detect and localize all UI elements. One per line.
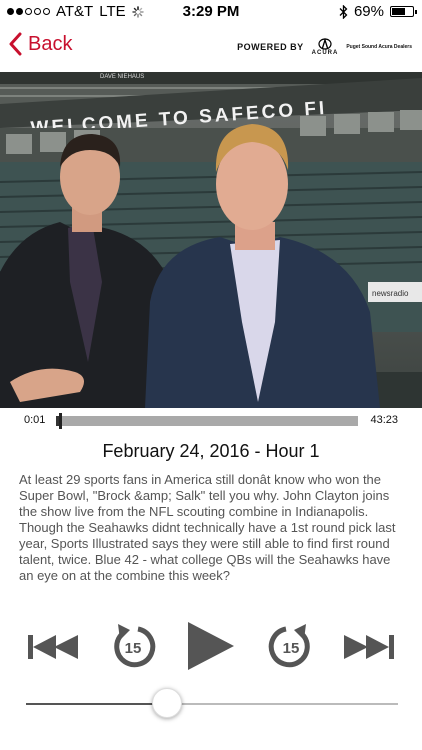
volume-slider[interactable] — [26, 688, 398, 718]
battery-percent: 69% — [353, 3, 384, 20]
volume-track-filled — [26, 703, 167, 705]
acura-logo: ACURA — [312, 38, 339, 56]
acura-wordmark: ACURA — [311, 50, 339, 56]
powered-by-label: POWERED BY — [237, 42, 304, 52]
side-sign-text: newsradio — [372, 289, 409, 298]
volume-thumb[interactable] — [152, 688, 182, 718]
skip-forward-15-button[interactable]: 15 — [266, 620, 316, 672]
hosts-at-stadium-image: WELCOME TO SAFECO FI DAVE NIEHAUS newsra… — [0, 72, 422, 408]
battery-icon — [390, 6, 417, 17]
total-time: 43:23 — [370, 414, 398, 426]
episode-title: February 24, 2016 - Hour 1 — [102, 441, 320, 461]
next-track-button[interactable] — [342, 632, 394, 662]
playback-progress: 0:01 43:23 — [0, 408, 422, 434]
playback-controls: 15 15 — [0, 616, 422, 676]
chevron-left-icon — [9, 32, 22, 56]
play-button[interactable] — [186, 620, 236, 672]
upper-sign-text: DAVE NIEHAUS — [100, 74, 144, 80]
back-button[interactable]: Back — [8, 32, 72, 56]
episode-description: At least 29 sports fans in America still… — [19, 472, 396, 583]
status-right: 69% — [339, 3, 417, 20]
episode-artwork: WELCOME TO SAFECO FI DAVE NIEHAUS newsra… — [0, 72, 422, 408]
nav-bar: Back POWERED BY ACURA Puget Sound Acura … — [0, 24, 422, 72]
skip-forward-label: 15 — [282, 640, 300, 657]
progress-knob[interactable] — [59, 413, 62, 429]
progress-scrubber[interactable] — [56, 413, 358, 429]
volume-track-empty — [167, 703, 398, 705]
back-label: Back — [28, 32, 73, 55]
elapsed-time: 0:01 — [24, 414, 46, 426]
skip-back-15-button[interactable]: 15 — [108, 620, 158, 672]
status-bar: AT&T LTE 3:29 PM 69% — [0, 0, 422, 24]
acura-logo-icon — [318, 38, 332, 50]
bluetooth-icon — [339, 4, 348, 19]
skip-back-label: 15 — [124, 640, 142, 657]
previous-track-button[interactable] — [28, 632, 80, 662]
sponsor-banner[interactable]: POWERED BY ACURA Puget Sound Acura Deale… — [237, 38, 412, 56]
dealer-name: Puget Sound Acura Dealers — [346, 44, 412, 50]
